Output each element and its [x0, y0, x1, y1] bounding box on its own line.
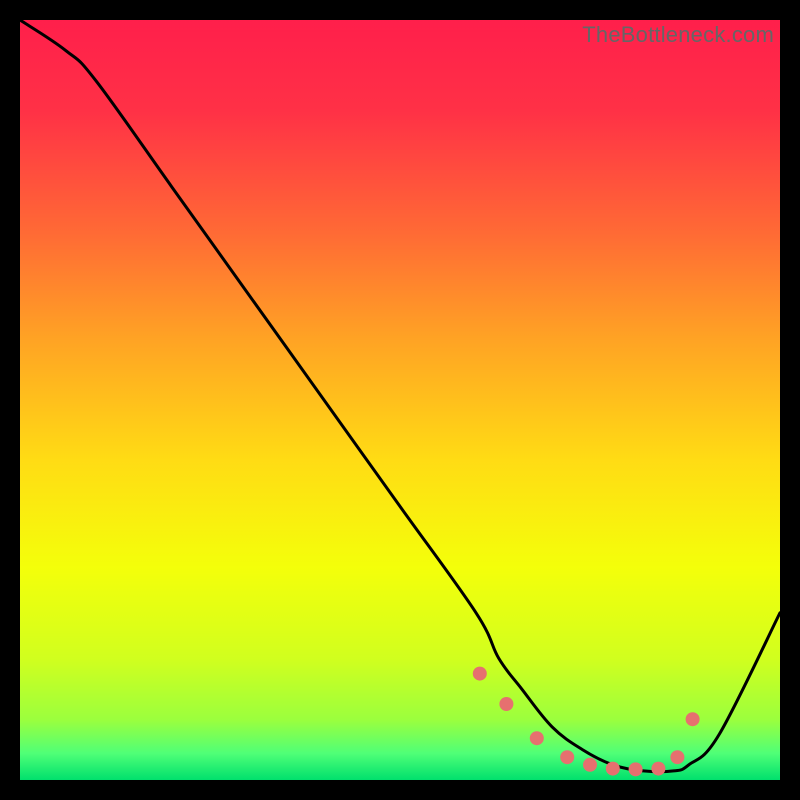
- curve-marker: [606, 762, 620, 776]
- chart-frame: TheBottleneck.com: [20, 20, 780, 780]
- chart-svg: [20, 20, 780, 780]
- curve-marker: [473, 667, 487, 681]
- curve-marker: [530, 731, 544, 745]
- curve-marker: [560, 750, 574, 764]
- curve-marker: [499, 697, 513, 711]
- watermark-label: TheBottleneck.com: [582, 22, 774, 48]
- curve-marker: [651, 762, 665, 776]
- curve-marker: [629, 762, 643, 776]
- curve-marker: [583, 758, 597, 772]
- curve-marker: [686, 712, 700, 726]
- curve-marker: [670, 750, 684, 764]
